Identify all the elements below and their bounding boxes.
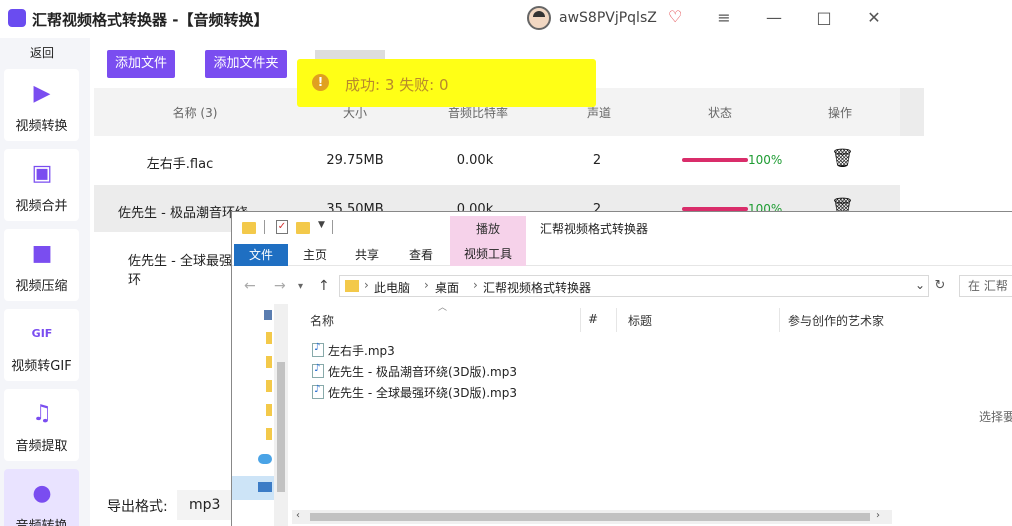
close-icon[interactable]: ✕ xyxy=(863,8,885,27)
sidebar-item-audio-extract[interactable]: ♫ 音频提取 xyxy=(4,389,79,461)
result-toast: ! 成功: 3 失败: 0 xyxy=(297,59,596,107)
row-bitrate: 0.00k xyxy=(456,153,494,168)
column-header[interactable]: 名称 xyxy=(310,312,334,329)
sidebar: 返回 ▶ 视频转换 ▣ 视频合并 ■ 视频压缩 GIF 视频转GIF ♫ 音频提… xyxy=(0,38,90,526)
up-arrow-icon[interactable]: ↑ xyxy=(318,278,330,294)
row-size: 29.75MB xyxy=(326,153,384,168)
video-compress-icon: ■ xyxy=(31,241,53,266)
sidebar-item-video-convert[interactable]: ▶ 视频转换 xyxy=(4,69,79,141)
address-bar[interactable]: › 此电脑 › 桌面 › 汇帮视频格式转换器 ⌄ xyxy=(339,275,929,297)
sidebar-item-label: 视频合并 xyxy=(15,199,68,214)
trash-icon[interactable]: 🗑 xyxy=(831,148,854,169)
sidebar-item-label: 音频提取 xyxy=(15,439,68,454)
explorer-title: 汇帮视频格式转换器 xyxy=(540,222,649,236)
scrollbar-thumb[interactable] xyxy=(310,513,870,521)
sort-caret-icon: ︿ xyxy=(438,303,448,313)
export-format-label: 导出格式: xyxy=(107,499,168,515)
scroll-right-icon[interactable]: › xyxy=(876,510,880,521)
folder-icon xyxy=(345,280,359,292)
tab-video-tools[interactable]: 视频工具 xyxy=(450,242,526,266)
add-folder-button[interactable]: 添加文件夹 xyxy=(205,50,287,78)
sidebar-item-video-gif[interactable]: GIF 视频转GIF xyxy=(4,309,79,381)
tab-share[interactable]: 共享 xyxy=(346,244,388,266)
back-arrow-icon[interactable]: ← xyxy=(244,278,256,294)
back-button[interactable]: 返回 xyxy=(0,44,84,64)
username[interactable]: awS8PVjPqlsZ xyxy=(559,10,657,26)
new-folder-icon[interactable] xyxy=(296,222,310,234)
gif-icon: GIF xyxy=(31,327,53,340)
user-avatar[interactable] xyxy=(527,6,551,30)
scrollbar-thumb[interactable] xyxy=(277,362,285,492)
computer-icon[interactable] xyxy=(258,482,272,492)
breadcrumb-item[interactable]: 桌面 xyxy=(435,279,459,296)
info-icon: ! xyxy=(312,74,329,91)
audio-file-icon xyxy=(312,384,324,399)
file-name: 佐先生 - 极品潮音环绕(3D版).mp3 xyxy=(328,365,517,379)
column-header[interactable]: 状态 xyxy=(696,104,744,121)
sidebar-item-video-merge[interactable]: ▣ 视频合并 xyxy=(4,149,79,221)
file-name: 佐先生 - 全球最强环绕(3D版).mp3 xyxy=(328,386,517,400)
tab-file[interactable]: 文件 xyxy=(234,244,288,266)
sidebar-item-label: 视频转GIF xyxy=(11,359,72,374)
recent-dropdown-icon[interactable]: ▾ xyxy=(298,281,303,292)
breadcrumb-item[interactable]: 此电脑 xyxy=(374,279,410,296)
audio-file-icon xyxy=(312,363,324,378)
app-logo-icon xyxy=(8,9,26,27)
tab-view[interactable]: 查看 xyxy=(400,244,442,266)
column-header[interactable]: 标题 xyxy=(628,312,652,329)
minimize-icon[interactable]: — xyxy=(763,8,785,27)
scroll-left-icon[interactable]: ‹ xyxy=(296,510,300,521)
properties-icon[interactable]: ✓ xyxy=(276,220,288,234)
title-bar: 汇帮视频格式转换器 -【音频转换】 awS8PVjPqlsZ ♡ ≡ — □ ✕ xyxy=(0,0,900,38)
row-name: 左右手.flac xyxy=(146,157,214,172)
sidebar-item-label: 视频转换 xyxy=(15,119,68,134)
search-input[interactable]: 在 汇帮 xyxy=(959,275,1012,297)
context-tab-play[interactable]: 播放 xyxy=(450,216,526,242)
file-item[interactable]: 佐先生 - 极品潮音环绕(3D版).mp3 xyxy=(312,363,517,383)
column-header[interactable]: 操作 xyxy=(816,104,864,121)
status-percent: 100% xyxy=(748,153,783,167)
video-merge-icon: ▣ xyxy=(31,161,53,186)
chevron-down-icon[interactable]: ▼ xyxy=(318,220,325,230)
file-name: 左右手.mp3 xyxy=(328,344,395,358)
table-header-extend xyxy=(900,88,924,136)
window-title: 汇帮视频格式转换器 -【音频转换】 xyxy=(32,11,269,29)
preview-hint: 选择要 xyxy=(979,410,1012,424)
add-file-button[interactable]: 添加文件 xyxy=(107,50,175,78)
music-note-icon: ♫ xyxy=(32,401,52,426)
progress-bar xyxy=(682,158,748,162)
vip-heart-icon[interactable]: ♡ xyxy=(668,7,682,26)
menu-icon[interactable]: ≡ xyxy=(713,8,735,27)
folder-icon[interactable] xyxy=(242,222,256,234)
audio-file-icon xyxy=(312,342,324,357)
maximize-icon[interactable]: □ xyxy=(813,8,835,27)
column-header[interactable]: 参与创作的艺术家 xyxy=(788,312,884,329)
export-format-select[interactable]: mp3 xyxy=(177,490,231,520)
sidebar-item-label: 音频转换 xyxy=(4,515,79,526)
tab-home[interactable]: 主页 xyxy=(294,244,336,266)
microphone-icon: ● xyxy=(32,481,52,506)
file-item[interactable]: 佐先生 - 全球最强环绕(3D版).mp3 xyxy=(312,384,517,404)
breadcrumb-item[interactable]: 汇帮视频格式转换器 xyxy=(483,279,591,296)
column-header[interactable]: # xyxy=(588,312,598,326)
video-convert-icon: ▶ xyxy=(33,81,51,106)
cloud-icon[interactable] xyxy=(258,454,272,464)
navigation-pane xyxy=(232,304,274,526)
row-name: 佐先生 - 全球最强环 xyxy=(128,254,232,288)
app-window: 汇帮视频格式转换器 -【音频转换】 awS8PVjPqlsZ ♡ ≡ — □ ✕… xyxy=(0,0,1012,526)
sidebar-item-label: 视频压缩 xyxy=(15,279,68,294)
sidebar-item-audio-convert[interactable]: ● 音频转换 xyxy=(4,469,79,526)
column-header[interactable]: 名称 (3) xyxy=(150,104,240,121)
refresh-icon[interactable]: ↻ xyxy=(932,275,948,297)
forward-arrow-icon[interactable]: → xyxy=(274,278,286,294)
sidebar-item-video-compress[interactable]: ■ 视频压缩 xyxy=(4,229,79,301)
row-channels: 2 xyxy=(592,153,602,168)
file-item[interactable]: 左右手.mp3 xyxy=(312,342,395,362)
toast-message: 成功: 3 失败: 0 xyxy=(345,76,449,94)
file-explorer-window: ✓ ▼ 播放 汇帮视频格式转换器 文件 主页 共享 查看 视频工具 ← → ▾ … xyxy=(231,211,1012,526)
chevron-down-icon[interactable]: ⌄ xyxy=(915,278,925,292)
